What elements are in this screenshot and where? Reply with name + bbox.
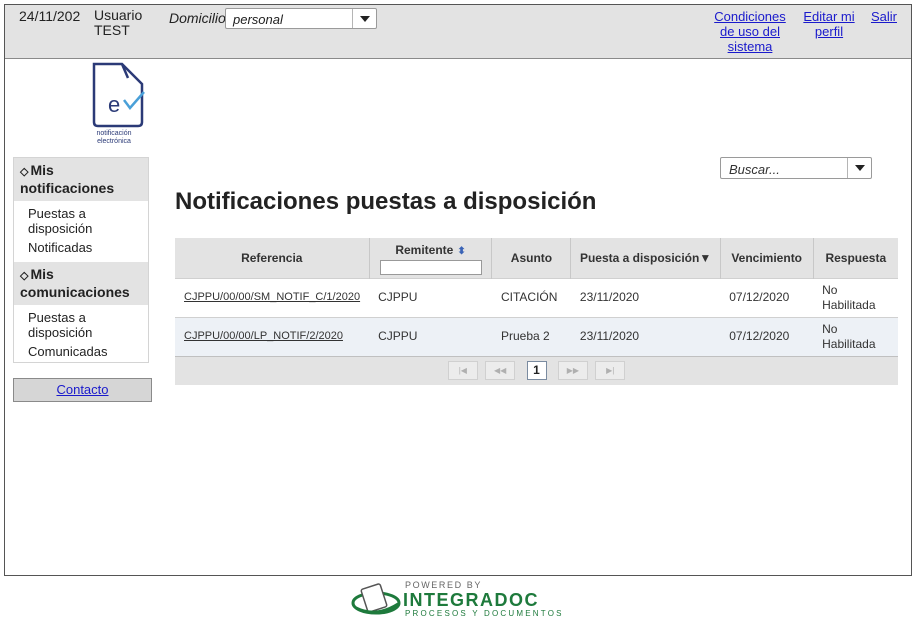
cell-reference-link[interactable]: CJPPU/00/00/LP_NOTIF/2/2020 xyxy=(175,316,370,356)
logout-link[interactable]: Salir xyxy=(869,9,899,24)
pager-cell: |◀ ◀◀ 1 ▶▶ ▶| xyxy=(175,355,898,385)
col-header-response[interactable]: Respuesta xyxy=(813,238,898,278)
pager-next-button[interactable]: ▶▶ xyxy=(557,361,588,381)
contact-link[interactable]: Contacto xyxy=(56,382,108,397)
sort-icon[interactable]: ⬍ xyxy=(457,246,465,257)
cell-expiry: 07/12/2020 xyxy=(720,277,814,317)
domicilio-label: Domicilio xyxy=(169,10,226,26)
cell-subject: CITACIÓN xyxy=(491,277,571,317)
user-label: Usuario xyxy=(94,7,143,23)
pager-last-button[interactable]: ▶| xyxy=(595,361,626,381)
col-header-sender[interactable]: Remitente ⬍ xyxy=(369,238,493,278)
col-header-subject[interactable]: Asunto xyxy=(491,238,572,278)
chevron-down-icon xyxy=(854,165,865,171)
domicilio-dropdown-button[interactable] xyxy=(352,9,376,28)
integradoc-logo-icon xyxy=(351,583,401,615)
logo-caption-line2: electrónica xyxy=(97,138,131,145)
cell-response: No Habilitada xyxy=(813,316,898,356)
edit-profile-link[interactable]: Editar mi perfil xyxy=(799,9,859,39)
cell-available: 23/11/2020 xyxy=(570,277,721,317)
cell-sender: CJPPU xyxy=(369,316,492,356)
footer-powered-by: POWERED BY xyxy=(405,580,483,590)
col-header-expiry[interactable]: Vencimiento xyxy=(720,238,814,278)
chevron-down-icon xyxy=(359,15,370,22)
expand-diamond-icon: ◇ xyxy=(20,270,29,282)
current-date: 24/11/202 xyxy=(19,8,81,24)
sidebar-item-notif-done[interactable]: Notificadas xyxy=(14,240,148,255)
cell-sender: CJPPU xyxy=(369,277,492,317)
sidebar: ◇ Mis notificaciones Puestas a disposició… xyxy=(13,157,149,363)
sidebar-item-notif-pending[interactable]: Puestas a disposición xyxy=(14,206,104,236)
cell-available: 23/11/2020 xyxy=(570,316,721,356)
expand-diamond-icon: ◇ xyxy=(20,166,29,178)
search-placeholder: Buscar... xyxy=(729,162,780,177)
col-header-reference[interactable]: Referencia xyxy=(175,238,370,278)
cell-response: No Habilitada xyxy=(813,277,898,317)
pager-prev-button[interactable]: ◀◀ xyxy=(485,361,516,381)
col-header-expiry-label: Vencimiento xyxy=(731,250,803,265)
footer-tagline: PROCESOS Y DOCUMENTOS xyxy=(405,609,564,618)
logo-caption: notificación electrónica xyxy=(78,130,150,146)
domicilio-value: personal xyxy=(233,12,283,27)
cell-subject: Prueba 2 xyxy=(491,316,571,356)
table-row[interactable]: CJPPU/00/00/LP_NOTIF/2/2020 CJPPU Prueba… xyxy=(175,316,898,356)
footer-brand: INTEGRADOC xyxy=(403,590,539,610)
sidebar-item-comm-pending[interactable]: Puestas a disposición xyxy=(14,310,104,340)
col-header-subject-label: Asunto xyxy=(510,250,553,265)
sender-filter-input[interactable] xyxy=(379,259,482,275)
page-title: Notificaciones puestas a disposición xyxy=(175,188,597,215)
sidebar-section-communications-title: Mis comunicaciones xyxy=(20,266,130,300)
cell-expiry: 07/12/2020 xyxy=(720,316,814,356)
col-header-reference-label: Referencia xyxy=(241,250,303,265)
logo-caption-line1: notificación xyxy=(96,130,132,137)
table-row[interactable]: CJPPU/00/00/SM_NOTIF_C/1/2020 CJPPU CITA… xyxy=(175,277,898,317)
col-header-sender-label: Remitente xyxy=(395,242,454,257)
pager-first-button[interactable]: |◀ xyxy=(447,361,478,381)
svg-text:e: e xyxy=(108,92,120,117)
sidebar-item-comm-done[interactable]: Comunicadas xyxy=(14,344,148,359)
contact-button[interactable]: Contacto xyxy=(13,378,152,402)
col-header-available-label: Puesta a disposición▼ xyxy=(579,250,712,265)
search-dropdown-button[interactable] xyxy=(847,158,871,178)
pager: |◀ ◀◀ 1 ▶▶ ▶| xyxy=(175,355,898,385)
sidebar-section-communications[interactable]: ◇ Mis comunicaciones xyxy=(14,262,148,305)
col-header-available[interactable]: Puesta a disposición▼ xyxy=(570,238,721,278)
top-header: 24/11/202 Usuario TEST Domicilio persona… xyxy=(5,5,911,59)
sidebar-section-notifications-title: Mis notificaciones xyxy=(20,162,115,196)
domicilio-select[interactable]: personal xyxy=(225,8,377,29)
user-info: Usuario TEST xyxy=(94,8,154,38)
table-header-row: Referencia Remitente ⬍ Asunto Puesta a di… xyxy=(175,238,898,278)
col-header-response-label: Respuesta xyxy=(825,250,887,265)
sidebar-section-notifications[interactable]: ◇ Mis notificaciones xyxy=(14,158,148,201)
pager-page-button[interactable]: 1 xyxy=(526,361,547,381)
search-select[interactable]: Buscar... xyxy=(720,157,872,179)
cell-reference-link[interactable]: CJPPU/00/00/SM_NOTIF_C/1/2020 xyxy=(175,277,370,317)
user-name: TEST xyxy=(94,22,130,38)
conditions-link[interactable]: Condiciones de uso del sistema xyxy=(709,9,791,54)
notifications-table: Referencia Remitente ⬍ Asunto Puesta a di… xyxy=(175,238,898,385)
